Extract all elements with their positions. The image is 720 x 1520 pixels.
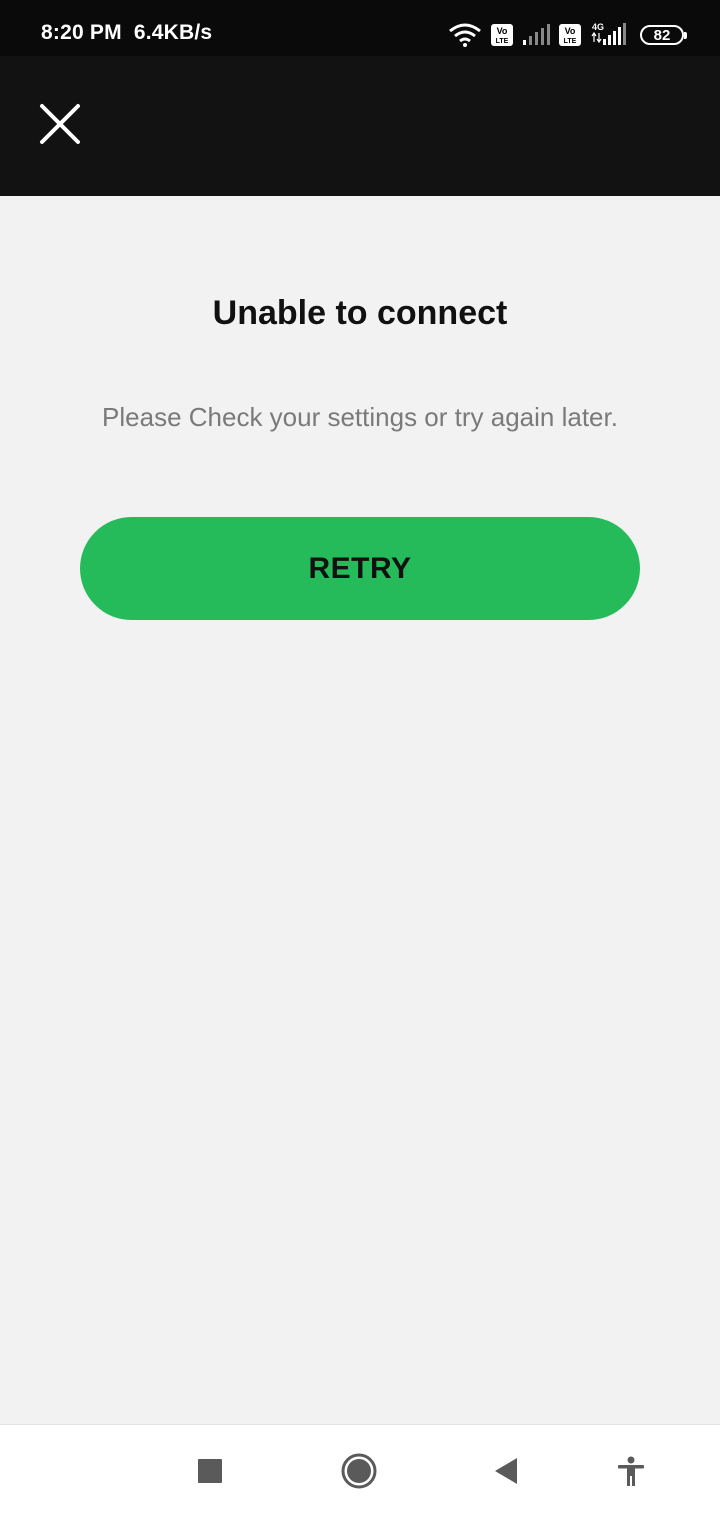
volte-bottom-label: LTE [564,38,577,45]
close-button[interactable] [30,96,90,156]
home-button[interactable] [331,1445,387,1501]
status-bar: 8:20 PM 6.4KB/s Vo LTE Vo LTE 4G 82 [0,0,720,56]
recents-square-icon [198,1458,222,1488]
status-time: 8:20 PM [41,21,122,44]
battery-level: 82 [653,26,671,44]
home-circle-icon [340,1452,378,1495]
volte-icon: Vo LTE [558,23,582,47]
network-type-label: 4G [592,22,604,32]
status-time-speed: 8:20 PM 6.4KB/s [41,21,212,45]
recents-button[interactable] [182,1445,238,1501]
navigation-bar [0,1424,720,1520]
wifi-icon [448,23,482,47]
status-icons: Vo LTE Vo LTE 4G 82 [448,20,687,50]
volte-top-label: Vo [565,26,576,36]
close-icon [39,103,81,150]
error-content: Unable to connect Please Check your sett… [0,196,720,1424]
back-button[interactable] [478,1445,534,1501]
4g-signal-icon: 4G [590,22,626,48]
volte-icon: Vo LTE [490,23,514,47]
error-message: Please Check your settings or try again … [102,402,618,432]
accessibility-icon [617,1456,645,1491]
volte-top-label: Vo [497,26,508,36]
error-title: Unable to connect [212,294,508,332]
battery-icon: 82 [640,25,687,45]
volte-bottom-label: LTE [496,38,509,45]
accessibility-button[interactable] [603,1445,659,1501]
retry-button[interactable]: RETRY [80,517,640,620]
signal-icon [522,24,550,46]
network-speed: 6.4KB/s [133,21,213,44]
back-triangle-icon [493,1456,519,1491]
top-app-bar [0,56,720,196]
